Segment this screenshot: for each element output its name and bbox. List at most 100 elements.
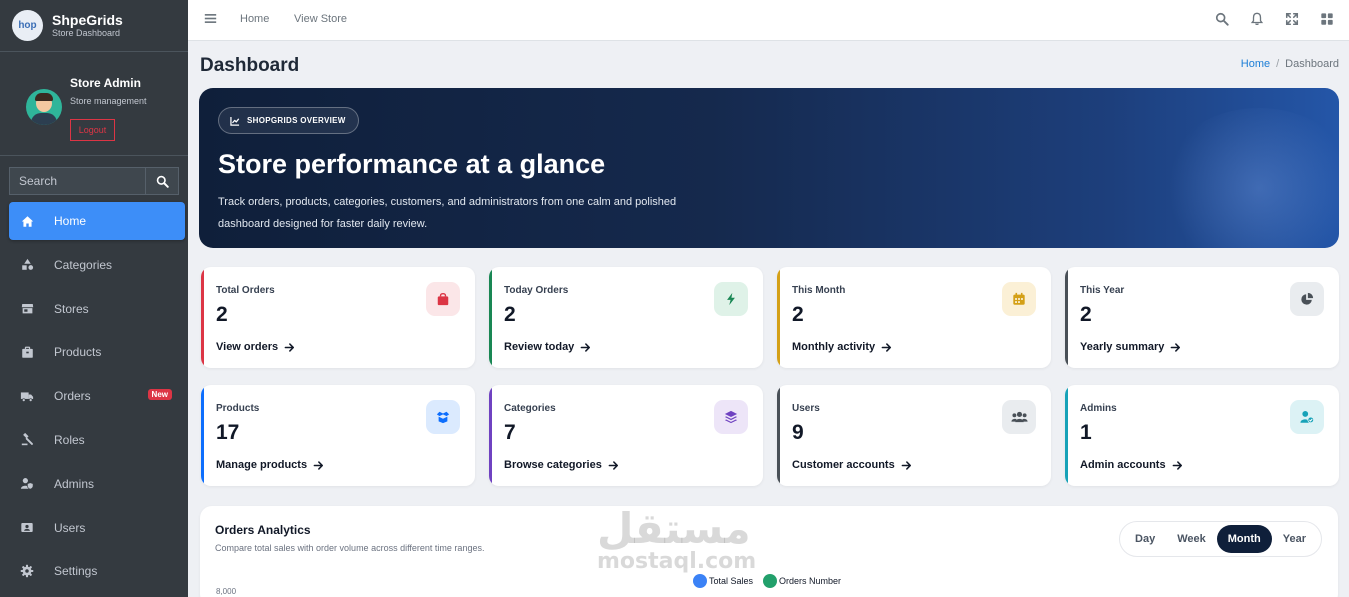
brand-name: ShpeGrids xyxy=(52,11,123,28)
browse-categories-link[interactable]: Browse categories xyxy=(504,459,619,471)
sidebar-item-stores[interactable]: Stores xyxy=(9,290,185,328)
sidebar-item-products[interactable]: Products xyxy=(9,333,185,371)
user-role: Store management xyxy=(70,96,147,106)
stat-value: 17 xyxy=(216,421,240,444)
brand[interactable]: hop ShpeGrids Store Dashboard xyxy=(0,0,188,52)
notifications-button[interactable] xyxy=(1250,12,1264,31)
sidebar-item-roles[interactable]: Roles xyxy=(9,421,185,459)
box-open-icon xyxy=(426,400,460,434)
stat-card-categories: Categories 7 Browse categories xyxy=(489,385,763,486)
home-icon xyxy=(19,213,35,229)
search-icon xyxy=(1215,12,1229,26)
yearly-summary-link[interactable]: Yearly summary xyxy=(1080,341,1181,353)
legend-total-sales[interactable]: Total Sales xyxy=(693,574,753,588)
truck-icon xyxy=(19,388,35,404)
hero-description: Track orders, products, categories, cust… xyxy=(218,196,677,230)
user-check-icon xyxy=(1290,400,1324,434)
shopping-bag-icon xyxy=(426,282,460,316)
chart-legend: Total Sales Orders Number xyxy=(693,574,847,588)
user-shield-icon xyxy=(19,476,35,492)
brand-subtitle: Store Dashboard xyxy=(52,27,121,38)
sidebar: hop ShpeGrids Store Dashboard Store Admi… xyxy=(0,0,188,597)
range-year-button[interactable]: Year xyxy=(1272,525,1317,553)
analytics-title: Orders Analytics xyxy=(215,523,311,537)
stat-value: 2 xyxy=(504,303,516,326)
stat-value: 2 xyxy=(1080,303,1092,326)
users-icon xyxy=(1002,400,1036,434)
stat-label: Categories xyxy=(504,403,556,414)
customer-accounts-link[interactable]: Customer accounts xyxy=(792,459,912,471)
stat-value: 1 xyxy=(1080,421,1092,444)
sidebar-item-label: Products xyxy=(54,345,102,360)
search-toggle-button[interactable] xyxy=(1215,12,1229,31)
manage-products-link[interactable]: Manage products xyxy=(216,459,324,471)
range-day-button[interactable]: Day xyxy=(1124,525,1166,553)
stat-card-today-orders: Today Orders 2 Review today xyxy=(489,267,763,368)
sidebar-search xyxy=(9,167,179,195)
stat-value: 2 xyxy=(792,303,804,326)
overview-pill: SHOPGRIDS OVERVIEW xyxy=(218,107,359,134)
sidebar-item-users[interactable]: Users xyxy=(9,509,185,547)
store-icon xyxy=(19,301,35,317)
sidebar-item-settings[interactable]: Settings xyxy=(9,552,185,590)
stat-label: Admins xyxy=(1080,403,1117,414)
stat-card-this-month: This Month 2 Monthly activity xyxy=(777,267,1051,368)
hero-title: Store performance at a glance xyxy=(218,149,606,179)
apps-grid-button[interactable] xyxy=(1320,12,1334,31)
orders-analytics-panel: Orders Analytics Compare total sales wit… xyxy=(200,506,1338,597)
sidebar-item-home[interactable]: Home xyxy=(9,202,185,240)
stat-card-admins: Admins 1 Admin accounts xyxy=(1065,385,1339,486)
stat-card-this-year: This Year 2 Yearly summary xyxy=(1065,267,1339,368)
sidebar-item-categories[interactable]: Categories xyxy=(9,246,185,284)
grid-icon xyxy=(1321,13,1333,25)
arrow-right-icon xyxy=(580,342,591,352)
stat-label: This Month xyxy=(792,285,846,296)
sidebar-nav: Home Categories Stores Products Orders N… xyxy=(9,202,185,596)
fullscreen-button[interactable] xyxy=(1285,12,1299,31)
expand-icon xyxy=(1285,12,1299,26)
sidebar-item-label: Orders xyxy=(54,389,91,404)
arrow-right-icon xyxy=(1171,342,1181,352)
sidebar-item-admins[interactable]: Admins xyxy=(9,465,185,503)
arrow-right-icon xyxy=(881,342,892,352)
nav-link-view-store[interactable]: View Store xyxy=(294,13,347,25)
stat-card-products: Products 17 Manage products xyxy=(201,385,475,486)
menu-toggle-button[interactable] xyxy=(204,12,217,30)
stat-value: 7 xyxy=(504,421,516,444)
time-range-toggle: Day Week Month Year xyxy=(1119,521,1322,557)
pie-chart-icon xyxy=(1290,282,1324,316)
sidebar-item-label: Admins xyxy=(54,476,95,491)
arrow-right-icon xyxy=(608,460,618,470)
gear-icon xyxy=(19,563,35,579)
chart-line-icon xyxy=(230,116,240,126)
arrow-right-icon xyxy=(1172,460,1182,470)
bell-icon xyxy=(1250,12,1264,26)
search-input[interactable] xyxy=(9,167,145,195)
stat-card-users: Users 9 Customer accounts xyxy=(777,385,1051,486)
stat-label: Products xyxy=(216,403,260,414)
brand-logo: hop xyxy=(12,10,43,41)
sidebar-item-label: Home xyxy=(54,214,87,228)
arrow-right-icon xyxy=(901,460,911,470)
sidebar-item-orders[interactable]: Orders New xyxy=(9,377,185,415)
view-orders-link[interactable]: View orders xyxy=(216,341,295,353)
logout-button[interactable]: Logout xyxy=(70,119,115,141)
breadcrumb-home-link[interactable]: Home xyxy=(1241,58,1270,70)
box-icon xyxy=(19,344,35,360)
stat-value: 9 xyxy=(792,421,804,444)
review-today-link[interactable]: Review today xyxy=(504,341,591,353)
admin-accounts-link[interactable]: Admin accounts xyxy=(1080,459,1183,471)
monthly-activity-link[interactable]: Monthly activity xyxy=(792,341,892,353)
stat-card-total-orders: Total Orders 2 View orders xyxy=(201,267,475,368)
arrow-right-icon xyxy=(313,460,324,470)
shapes-icon xyxy=(19,257,35,273)
range-week-button[interactable]: Week xyxy=(1166,525,1217,553)
overview-pill-label: SHOPGRIDS OVERVIEW xyxy=(247,116,346,125)
nav-link-home[interactable]: Home xyxy=(240,13,269,25)
legend-orders-number[interactable]: Orders Number xyxy=(759,574,841,588)
overview-hero: SHOPGRIDS OVERVIEW Store performance at … xyxy=(199,88,1339,248)
new-badge: New xyxy=(147,389,172,401)
sidebar-item-label: Settings xyxy=(54,564,98,579)
search-button[interactable] xyxy=(145,167,179,195)
range-month-button[interactable]: Month xyxy=(1216,525,1272,553)
